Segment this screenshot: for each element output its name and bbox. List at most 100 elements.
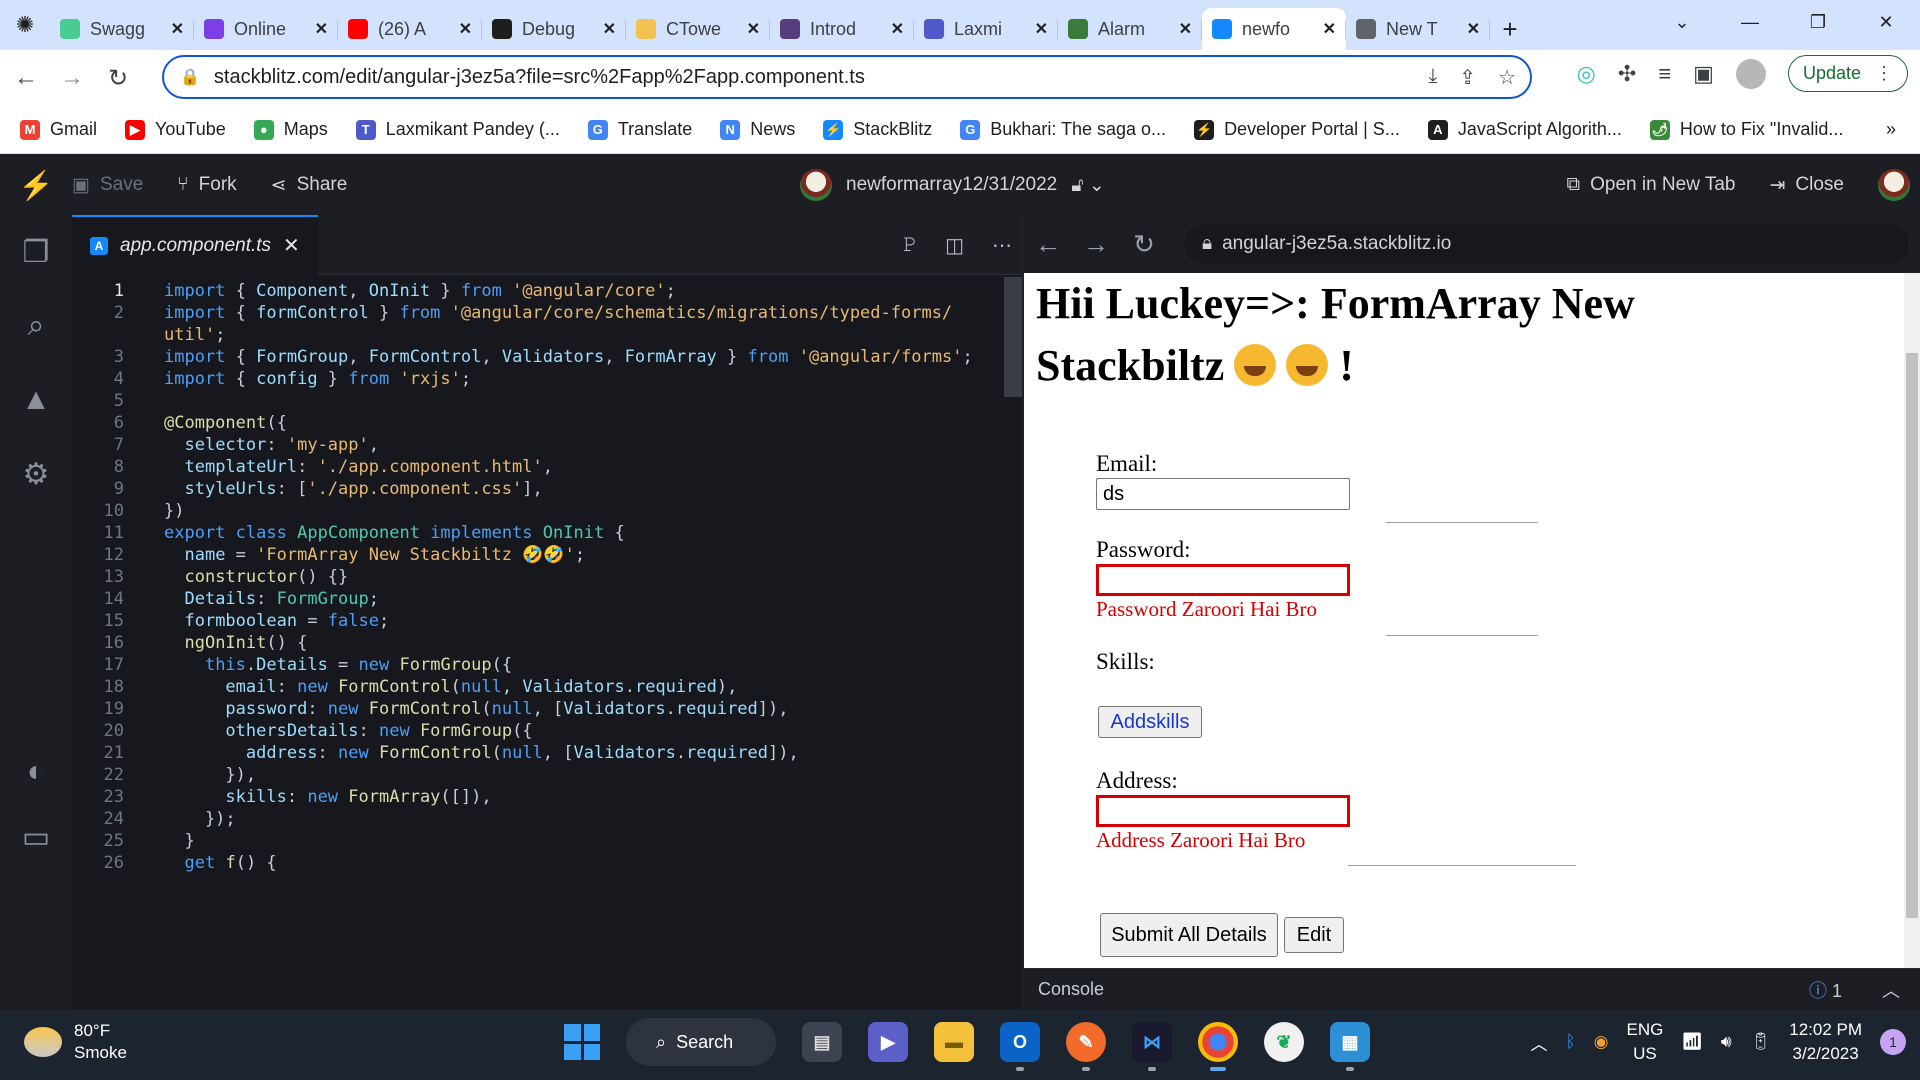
split-editor-icon[interactable]: ◫ [945,233,964,258]
bookmark-star-icon[interactable]: ☆ [1498,65,1516,90]
bookmark-item[interactable]: G Translate [587,119,692,140]
browser-tab[interactable]: Alarm ✕ [1058,8,1202,50]
preview-reload-icon[interactable]: ↻ [1120,229,1168,260]
browser-tab[interactable]: Introd ✕ [770,8,914,50]
notepad-icon[interactable]: ▦ [1330,1022,1370,1071]
project-title-area[interactable]: newformarray12/31/2022 🔓︎ ⌄ [800,169,1105,201]
close-tab-icon[interactable]: ✕ [603,19,616,39]
user-avatar[interactable] [1878,169,1910,201]
address-bar[interactable]: 🔒 stackblitz.com/edit/angular-j3ez5a?fil… [162,55,1532,99]
files-icon[interactable]: ❐ [0,215,72,289]
close-tab-icon[interactable]: ✕ [459,19,472,39]
vscode-icon[interactable]: ⋈ [1132,1022,1172,1071]
close-window-button[interactable]: ✕ [1852,12,1920,33]
close-tab-icon[interactable]: ✕ [891,19,904,39]
file-explorer-icon[interactable]: ▬ [934,1022,974,1062]
side-panel-icon[interactable]: ▣ [1693,61,1714,87]
wifi-icon[interactable]: 📶︎ [1681,1032,1703,1052]
battery-icon[interactable]: 🔋︎ [1750,1032,1772,1052]
profile-avatar[interactable] [1735,58,1766,89]
preview-scrollbar-thumb[interactable] [1906,353,1918,918]
console-panel[interactable]: Console ⓘ 1 ︿ [1024,968,1920,1010]
update-button[interactable]: Update ⋮ [1787,55,1908,92]
password-field[interactable] [1096,564,1350,596]
settings-gear-icon[interactable]: ⚙ [0,437,72,511]
media-queue-icon[interactable]: ≡ [1658,61,1671,87]
browser-tab[interactable]: (26) A ✕ [338,8,482,50]
add-skills-button[interactable]: Addskills [1098,706,1202,738]
bookmark-item[interactable]: ⚡ StackBlitz [823,119,932,140]
extensions-puzzle-icon[interactable]: ✣ [1618,61,1636,87]
volume-icon[interactable]: 🔊︎ [1721,1032,1732,1052]
address-field[interactable] [1096,795,1350,827]
browser-tab[interactable]: Debug ✕ [482,8,626,50]
code-area[interactable]: 1 import { Component, OnInit } from '@ang… [72,277,1002,1010]
close-tab-icon[interactable]: ✕ [283,233,300,258]
bookmark-item[interactable]: 🌶 How to Fix "Invalid... [1649,119,1843,140]
browser-tab[interactable]: Swagg ✕ [50,8,194,50]
task-view-icon[interactable]: ▤ [802,1022,842,1062]
chatgpt-icon[interactable]: ✺ [0,0,50,50]
search-icon[interactable]: ⌕ [0,289,72,363]
browser-tab[interactable]: Laxmi ✕ [914,8,1058,50]
console-expand-icon[interactable]: ︿ [1882,977,1900,1003]
bookmark-item[interactable]: G Bukhari: The saga o... [960,119,1166,140]
windows-start-icon[interactable] [564,1024,600,1060]
bookmark-item[interactable]: A JavaScript Algorith... [1427,119,1622,140]
language-indicator[interactable]: ENG US [1626,1018,1663,1066]
mongodb-compass-icon[interactable]: ❦ [1264,1022,1304,1062]
close-tab-icon[interactable]: ✕ [1179,19,1192,39]
browser-tab[interactable]: Online ✕ [194,8,338,50]
minimize-button[interactable]: — [1716,12,1784,33]
postman-icon[interactable]: ✎ [1066,1022,1106,1071]
bluetooth-icon[interactable]: ᛒ [1565,1032,1575,1052]
bookmark-item[interactable]: ⚡ Developer Portal | S... [1194,119,1400,140]
install-app-icon[interactable]: ⤓ [1428,65,1437,90]
theme-toggle-icon[interactable]: ◐ [0,735,72,809]
bookmarks-overflow-icon[interactable]: » [1886,119,1896,140]
bookmark-item[interactable]: ▶ YouTube [125,119,226,140]
firebase-icon[interactable]: ▲ [0,363,72,437]
email-field[interactable]: ds [1096,478,1350,510]
layout-panel-icon[interactable]: ▭ [0,800,72,874]
back-button[interactable]: ← [6,58,46,98]
tray-overflow-icon[interactable]: ︿ [1530,1030,1547,1055]
app-tray-icon[interactable]: ◉ [1594,1032,1609,1052]
close-tab-icon[interactable]: ✕ [1323,19,1336,39]
tab-search-icon[interactable]: ⌄ [1648,12,1716,33]
browser-tab[interactable]: New T ✕ [1346,8,1490,50]
editor-tab-app-component[interactable]: A app.component.ts ✕ [72,214,318,275]
share-button[interactable]: ⋖ Share [271,174,348,197]
new-tab-button[interactable]: + [1490,8,1530,50]
prettier-icon[interactable]: 𝙿 [903,234,917,257]
forward-button[interactable]: → [52,58,92,98]
edit-button[interactable]: Edit [1284,917,1344,953]
submit-all-details-button[interactable]: Submit All Details [1100,913,1278,957]
browser-tab[interactable]: CTowe ✕ [626,8,770,50]
preview-back-icon[interactable]: ← [1024,229,1072,260]
bookmark-item[interactable]: M Gmail [20,119,97,140]
preview-scrollbar[interactable] [1904,273,1920,968]
editor-scrollbar[interactable] [1004,277,1022,397]
save-button[interactable]: ▣ Save [72,174,143,197]
bookmark-item[interactable]: T Laxmikant Pandey (... [355,119,560,140]
bookmark-item[interactable]: ● Maps [253,119,328,140]
close-preview-button[interactable]: ⇥ Close [1770,174,1845,197]
weather-widget[interactable]: 80°F Smoke [24,1020,127,1064]
share-icon[interactable]: ⇪ [1459,65,1476,90]
chrome-icon[interactable] [1198,1022,1238,1071]
browser-tab[interactable]: newfo ✕ [1202,8,1346,50]
more-actions-icon[interactable]: ⋯ [992,233,1012,258]
close-tab-icon[interactable]: ✕ [171,19,184,39]
extension-colorful-icon[interactable]: ◎ [1577,61,1596,87]
notification-badge[interactable]: 1 [1880,1029,1906,1055]
outlook-icon[interactable]: O [1000,1022,1040,1071]
close-tab-icon[interactable]: ✕ [1467,19,1480,39]
close-tab-icon[interactable]: ✕ [747,19,760,39]
fork-button[interactable]: ⑂ Fork [177,174,236,196]
restore-button[interactable]: ❐ [1784,12,1852,33]
reload-button[interactable]: ↻ [98,58,138,98]
clock[interactable]: 12:02 PM 3/2/2023 [1789,1018,1862,1066]
preview-url-bar[interactable]: 🔒︎ angular-j3ez5a.stackblitz.io [1184,224,1909,264]
open-new-tab-button[interactable]: ⧉ Open in New Tab [1567,174,1736,196]
